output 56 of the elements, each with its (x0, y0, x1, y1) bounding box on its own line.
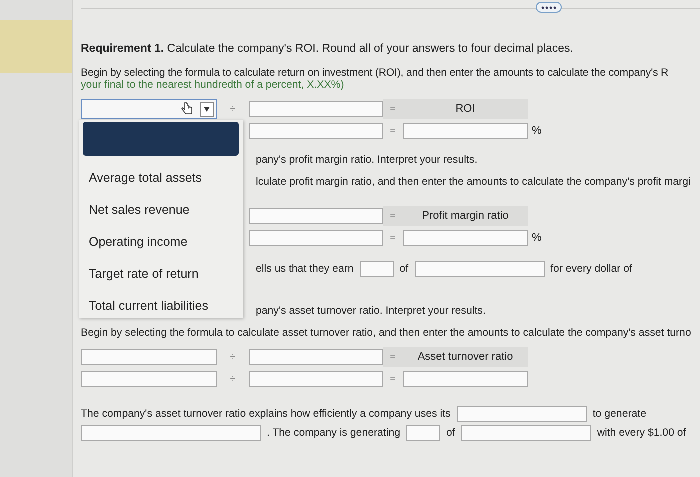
sentence-text: . The company is generating (267, 427, 400, 439)
sentence-text: of (400, 263, 409, 275)
column-header: Asset turnover ratio (403, 347, 528, 367)
operator-sign: = (390, 104, 396, 114)
dropdown-option[interactable]: Net sales revenue (83, 194, 239, 226)
percent-sign: % (531, 232, 543, 244)
input-field[interactable] (403, 371, 528, 387)
input-field[interactable] (249, 208, 383, 224)
caret-icon[interactable] (200, 102, 214, 117)
formula-dropdown[interactable] (81, 99, 217, 119)
sentence-text: of (446, 427, 456, 439)
sentence-text: to generate (592, 408, 646, 420)
sentence-text: ells us that they earn (256, 263, 354, 275)
input-field[interactable] (249, 371, 383, 387)
input-field[interactable] (81, 425, 261, 441)
requirement-heading: pany's asset turnover ratio. Interpret your results. (256, 305, 487, 317)
input-field[interactable] (81, 371, 217, 387)
input-field[interactable] (360, 261, 394, 277)
instruction-text: Begin by selecting the formula to calculate return on investment (ROI), and then enter the amounts to calculate the company's R (81, 67, 670, 79)
dropdown-option[interactable]: Total current liabilities (83, 290, 239, 322)
input-field[interactable] (249, 101, 383, 117)
dropdown-option[interactable]: Target rate of return (83, 258, 239, 290)
input-field[interactable] (249, 230, 383, 246)
input-field[interactable] (461, 425, 592, 441)
operator-sign: ÷ (229, 104, 237, 114)
operator-sign: = (390, 352, 396, 362)
column-header: Profit margin ratio (403, 206, 528, 226)
requirement-heading: Requirement 1. Calculate the company's ROI. Round all of your answers to four decimal places. (81, 43, 574, 55)
input-field[interactable] (414, 261, 545, 277)
input-field[interactable] (403, 230, 528, 246)
sentence-text: for every dollar of (550, 263, 632, 275)
sentence-text: The company's asset turnover ratio explains how efficiently a company uses its (81, 408, 451, 420)
input-field[interactable] (456, 406, 587, 422)
sentence-text: with every $1.00 of (597, 427, 686, 439)
dropdown-option[interactable]: Average total assets (83, 162, 239, 194)
more-icon (541, 6, 557, 10)
input-field[interactable] (81, 349, 217, 365)
input-field[interactable] (249, 123, 383, 139)
more-button[interactable] (536, 2, 562, 13)
operator-sign: = (389, 126, 397, 136)
operator-sign: = (390, 210, 396, 222)
column-header: ROI (403, 99, 528, 119)
operator-sign: ÷ (229, 374, 237, 384)
operator-sign: = (389, 232, 397, 244)
operator-sign: = (389, 374, 397, 384)
hand-cursor-icon (180, 102, 194, 116)
requirement-heading: pany's profit margin ratio. Interpret your results. (256, 154, 479, 166)
instruction-text: Begin by selecting the formula to calculate asset turnover ratio, and then enter the amounts to calculate the company's asset turno (81, 327, 692, 339)
percent-sign: % (531, 125, 543, 137)
dropdown-option[interactable]: Operating income (83, 226, 239, 258)
hint-text: your final to the nearest hundredth of a percent, X.XX%) (81, 79, 346, 91)
input-field[interactable] (403, 123, 528, 139)
input-field[interactable] (249, 349, 383, 365)
instruction-text: lculate profit margin ratio, and then enter the amounts to calculate the company's profit margi (256, 176, 692, 188)
operator-sign: ÷ (229, 352, 237, 362)
input-field[interactable] (406, 425, 440, 441)
